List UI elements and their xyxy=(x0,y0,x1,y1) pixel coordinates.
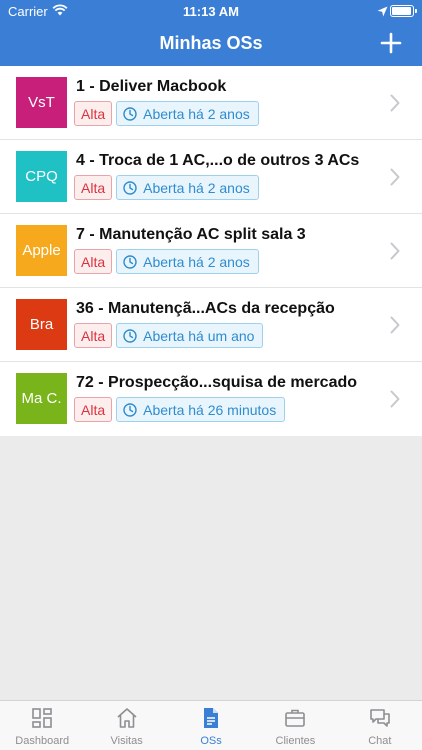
status-label: Aberta há 2 anos xyxy=(143,253,250,270)
priority-badge: Alta xyxy=(74,249,113,274)
tab-dashboard[interactable]: Dashboard xyxy=(0,701,84,750)
priority-badge: Alta xyxy=(74,101,113,126)
client-avatar: VsT xyxy=(16,77,67,128)
clock-icon xyxy=(123,254,137,269)
priority-badge: Alta xyxy=(74,175,113,200)
order-list: VsT 1 - Deliver Macbook Alta Aberta há 2 an… xyxy=(0,66,422,436)
order-badges: Alta Aberta há um ano xyxy=(74,323,264,348)
order-title: 1 - Deliver Macbook xyxy=(76,78,227,95)
status-badge: Aberta há 2 anos xyxy=(116,175,259,200)
chevron-right-icon xyxy=(390,94,400,112)
chevron-right-icon xyxy=(390,316,400,334)
priority-badge: Alta xyxy=(74,323,113,348)
order-badges: Alta Aberta há 2 anos xyxy=(74,249,259,274)
order-row[interactable]: Apple 7 - Manutenção AC split sala 3 Alta A… xyxy=(0,214,422,288)
status-label: Aberta há 2 anos xyxy=(143,105,250,122)
clock-icon xyxy=(123,180,137,195)
clock-icon xyxy=(123,106,137,121)
chat-icon xyxy=(368,706,392,730)
client-avatar: Bra xyxy=(16,299,67,350)
briefcase-icon xyxy=(283,706,307,730)
chevron-right-icon xyxy=(390,168,400,186)
status-badge: Aberta há 2 anos xyxy=(116,249,259,274)
client-avatar: Ma C. xyxy=(16,373,67,424)
status-badge: Aberta há um ano xyxy=(116,323,264,348)
status-bar: Carrier 11:13 AM xyxy=(0,0,422,22)
order-title: 7 - Manutenção AC split sala 3 xyxy=(76,226,306,243)
status-badge: Aberta há 2 anos xyxy=(116,101,259,126)
order-row[interactable]: CPQ 4 - Troca de 1 AC,...o de outros 3 AC… xyxy=(0,140,422,214)
tab-label: Visitas xyxy=(110,735,143,747)
order-title: 36 - Manutençã...ACs da recepção xyxy=(76,300,335,317)
page-title: Minhas OSs xyxy=(159,33,263,53)
order-row[interactable]: Ma C. 72 - Prospecção...squisa de mercado… xyxy=(0,362,422,436)
status-label: Aberta há 26 minutos xyxy=(143,401,277,418)
tab-oss[interactable]: OSs xyxy=(169,701,253,750)
client-avatar: CPQ xyxy=(16,151,67,202)
status-label: Aberta há um ano xyxy=(143,327,255,344)
chevron-right-icon xyxy=(390,242,400,260)
client-avatar: Apple xyxy=(16,225,67,276)
tab-bar: Dashboard Visitas OSs Clientes Chat xyxy=(0,700,422,750)
dashboard-icon xyxy=(30,706,54,730)
plus-icon[interactable] xyxy=(376,28,406,58)
home-icon xyxy=(115,706,139,730)
order-badges: Alta Aberta há 2 anos xyxy=(74,101,259,126)
status-label: Aberta há 2 anos xyxy=(143,179,250,196)
order-row[interactable]: VsT 1 - Deliver Macbook Alta Aberta há 2 an… xyxy=(0,66,422,140)
document-icon xyxy=(199,706,223,730)
order-title: 72 - Prospecção...squisa de mercado xyxy=(76,374,358,391)
location-icon xyxy=(377,5,388,20)
order-row[interactable]: Bra 36 - Manutençã...ACs da recepção Alta A… xyxy=(0,288,422,362)
clock-icon xyxy=(123,402,137,417)
battery-icon xyxy=(390,5,417,17)
order-title: 4 - Troca de 1 AC,...o de outros 3 ACs xyxy=(76,152,360,169)
status-badge: Aberta há 26 minutos xyxy=(116,397,286,422)
chevron-right-icon xyxy=(390,390,400,408)
order-badges: Alta Aberta há 26 minutos xyxy=(74,397,286,422)
tab-label: Chat xyxy=(368,735,392,747)
priority-badge: Alta xyxy=(74,397,113,422)
tab-clientes[interactable]: Clientes xyxy=(253,701,337,750)
order-badges: Alta Aberta há 2 anos xyxy=(74,175,259,200)
clock: 11:13 AM xyxy=(183,4,239,19)
tab-label: Clientes xyxy=(275,735,316,747)
tab-label: OSs xyxy=(200,735,222,747)
tab-visitas[interactable]: Visitas xyxy=(84,701,168,750)
navigation-bar: Minhas OSs xyxy=(0,22,422,66)
tab-chat[interactable]: Chat xyxy=(338,701,422,750)
clock-icon xyxy=(123,328,137,343)
tab-label: Dashboard xyxy=(15,735,70,747)
